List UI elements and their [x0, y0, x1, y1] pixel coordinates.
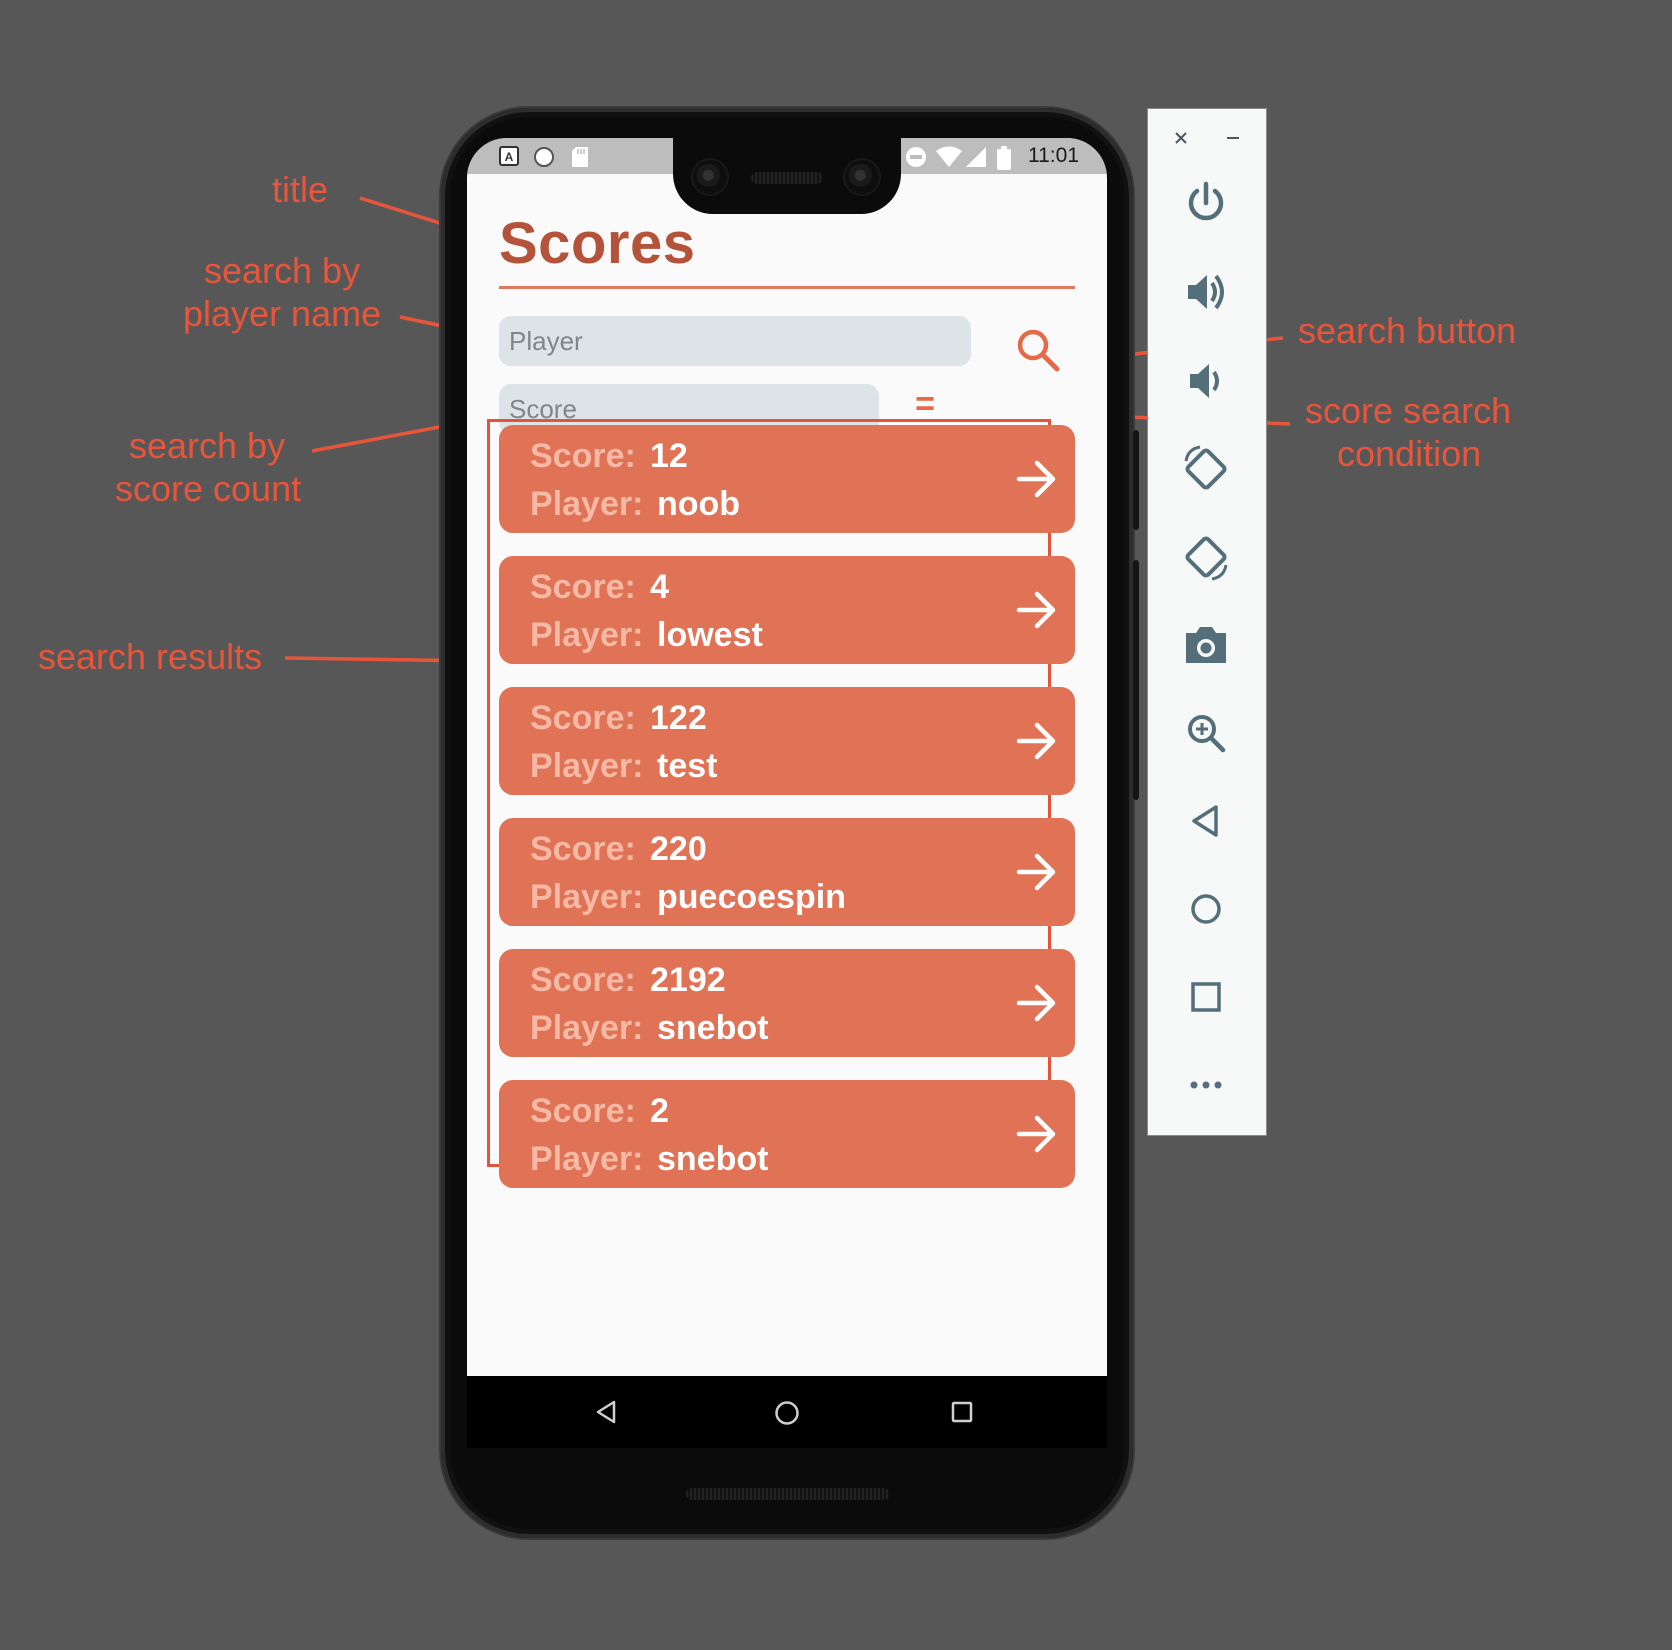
- player-value: test: [657, 747, 718, 785]
- a-icon: A: [499, 146, 519, 166]
- nav-bar: [467, 1376, 1107, 1448]
- close-icon[interactable]: [1174, 131, 1188, 145]
- back-icon[interactable]: [595, 1400, 617, 1424]
- status-time: 11:01: [1028, 144, 1079, 167]
- title-divider: [499, 286, 1075, 289]
- score-label: Score:: [530, 699, 636, 737]
- player-value: puecoespin: [657, 878, 846, 916]
- volume-up-icon[interactable]: [1178, 264, 1234, 320]
- power-icon[interactable]: [1178, 176, 1234, 232]
- front-camera-left: [693, 160, 727, 194]
- score-label: Score:: [530, 961, 636, 999]
- rotate-right-icon[interactable]: [1178, 529, 1234, 585]
- home-icon[interactable]: [774, 1400, 800, 1426]
- result-card[interactable]: Score: 12 Player: noob: [499, 425, 1075, 533]
- phone-volume-button: [1133, 560, 1139, 800]
- emulator-panel: [1147, 108, 1267, 1136]
- arrow-right-icon[interactable]: [1015, 852, 1059, 892]
- score-label: Score:: [530, 568, 636, 606]
- arrow-right-icon[interactable]: [1015, 590, 1059, 630]
- score-value: 12: [650, 437, 688, 475]
- annotation-search-score-2: score count: [115, 468, 302, 509]
- arrow-right-icon[interactable]: [1015, 1114, 1059, 1154]
- score-condition-button[interactable]: =: [907, 387, 943, 421]
- sd-card-icon: [572, 147, 588, 167]
- player-value: lowest: [657, 616, 763, 654]
- circle-icon: [534, 147, 554, 167]
- front-camera-right: [845, 160, 879, 194]
- minimize-icon[interactable]: [1226, 131, 1240, 145]
- annotation-search-player-2: player name: [183, 293, 382, 334]
- search-icon[interactable]: [1013, 325, 1063, 375]
- annotation-score-condition-2: condition: [1337, 433, 1482, 474]
- annotation-search-score-1: search by: [129, 425, 286, 466]
- camera-icon[interactable]: [1178, 617, 1234, 673]
- svg-text:A: A: [505, 150, 514, 164]
- player-value: snebot: [657, 1009, 769, 1047]
- score-label: Score:: [530, 1092, 636, 1130]
- phone-screen: A 11:01 Scores Player Score = Score: 12 …: [467, 138, 1107, 1448]
- do-not-disturb-icon: [906, 147, 926, 167]
- score-value: 4: [650, 568, 669, 606]
- score-value: 122: [650, 699, 707, 737]
- result-card[interactable]: Score: 2 Player: snebot: [499, 1080, 1075, 1188]
- earpiece: [751, 172, 823, 184]
- camera-notch: [673, 138, 901, 214]
- player-label: Player:: [530, 878, 644, 916]
- arrow-right-icon[interactable]: [1015, 459, 1059, 499]
- player-label: Player:: [530, 1140, 644, 1178]
- player-search-input[interactable]: [499, 316, 971, 366]
- score-value: 220: [650, 830, 707, 868]
- arrow-right-icon[interactable]: [1015, 721, 1059, 761]
- phone-power-button: [1133, 430, 1139, 530]
- overview-icon[interactable]: [1178, 969, 1234, 1025]
- result-card[interactable]: Score: 2192 Player: snebot: [499, 949, 1075, 1057]
- page-title: Scores: [499, 211, 696, 276]
- score-value: 2: [650, 1092, 669, 1130]
- signal-icon: [966, 147, 986, 167]
- player-label: Player:: [530, 1009, 644, 1047]
- rotate-left-icon[interactable]: [1178, 441, 1234, 497]
- zoom-icon[interactable]: [1178, 705, 1234, 761]
- panel-home-icon[interactable]: [1178, 881, 1234, 937]
- player-label: Player:: [530, 747, 644, 785]
- player-value: snebot: [657, 1140, 769, 1178]
- result-card[interactable]: Score: 122 Player: test: [499, 687, 1075, 795]
- score-value: 2192: [650, 961, 726, 999]
- panel-back-icon[interactable]: [1178, 793, 1234, 849]
- phone-bottom-speaker: [686, 1488, 890, 1500]
- annotation-search-results: search results: [38, 636, 263, 677]
- result-card[interactable]: Score: 220 Player: puecoespin: [499, 818, 1075, 926]
- recents-icon[interactable]: [951, 1401, 973, 1423]
- status-bar: A 11:01: [467, 138, 1107, 214]
- player-label: Player:: [530, 485, 644, 523]
- battery-icon: [997, 146, 1011, 170]
- result-card[interactable]: Score: 4 Player: lowest: [499, 556, 1075, 664]
- arrow-right-icon[interactable]: [1015, 983, 1059, 1023]
- annotation-title: title: [272, 169, 329, 210]
- annotation-search-player-1: search by: [204, 250, 361, 291]
- player-label: Player:: [530, 616, 644, 654]
- player-value: noob: [657, 485, 741, 523]
- volume-down-icon[interactable]: [1178, 353, 1234, 409]
- annotation-search-button: search button: [1298, 310, 1517, 351]
- annotation-score-condition-1: score search: [1305, 390, 1512, 431]
- score-label: Score:: [530, 830, 636, 868]
- score-label: Score:: [530, 437, 636, 475]
- wifi-icon: [936, 146, 962, 167]
- more-icon[interactable]: [1178, 1057, 1234, 1113]
